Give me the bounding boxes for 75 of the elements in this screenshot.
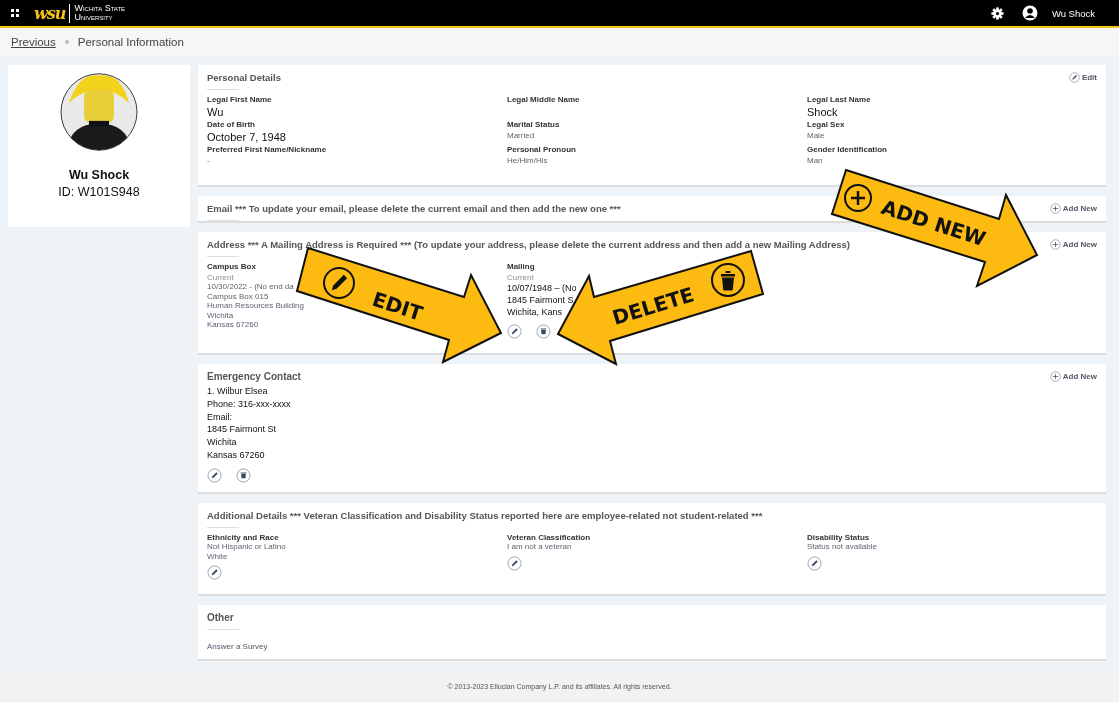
- contact-line: Kansas 67260: [207, 449, 266, 462]
- field-label: Legal Middle Name: [507, 95, 581, 104]
- address-type: Campus Box: [207, 262, 257, 271]
- add-link[interactable]: Add New: [1049, 371, 1097, 382]
- address-type: Mailing: [507, 262, 536, 271]
- callout-label: EDIT: [369, 286, 426, 326]
- field-value: He/Him/His: [507, 156, 549, 166]
- field-value: Status not available: [807, 542, 878, 552]
- logo-text: Wichita State: [74, 4, 126, 13]
- address-status: Current: [207, 273, 235, 282]
- field-label: Veteran Classification: [507, 533, 592, 542]
- field-value: I am not a veteran: [507, 542, 573, 552]
- section-title: Additional Details *** Veteran Classification and Disability Status reported here are employee-related not student-related ***: [207, 510, 763, 521]
- plus-icon: [1049, 371, 1061, 382]
- address-line: 10/30/2022 - (No end da: [207, 282, 295, 292]
- menu-icon[interactable]: [10, 8, 20, 18]
- edit-button[interactable]: [207, 467, 222, 483]
- plus-icon: [1049, 239, 1061, 250]
- field-value: Wu: [207, 106, 225, 118]
- field-label: Preferred First Name/Nickname: [207, 145, 328, 154]
- address-line: 10/07/1948 – (No: [507, 282, 578, 294]
- previous-link[interactable]: Previous: [11, 35, 56, 48]
- survey-link[interactable]: Answer a Survey: [207, 642, 268, 651]
- edit-button[interactable]: [207, 565, 222, 580]
- field-value: Married: [507, 131, 536, 141]
- contact-line: 1. Wilbur Elsea: [207, 385, 269, 398]
- field-value: Shock: [807, 106, 839, 118]
- address-line: Kansas 67260: [207, 320, 260, 330]
- field-label: Legal Sex: [807, 120, 846, 129]
- pencil-icon: [1068, 72, 1080, 83]
- field-label: Legal Last Name: [807, 95, 872, 104]
- logo-text: University: [74, 13, 114, 22]
- contact-line: Phone: 316-xxx-xxxx: [207, 397, 292, 411]
- field-value: Not Hispanic or Latino: [207, 542, 287, 552]
- user-avatar-icon[interactable]: [1021, 5, 1038, 21]
- contact-line: 1845 Fairmont St: [207, 423, 278, 437]
- field-label: Disability Status: [807, 533, 871, 542]
- field-label: Personal Pronoun: [507, 145, 577, 154]
- pencil-icon: [323, 267, 355, 299]
- contact-line: Email:: [207, 410, 233, 424]
- field-value: White: [207, 551, 229, 561]
- address-status: Current: [507, 273, 535, 282]
- field-label: Ethnicity and Race: [207, 533, 280, 542]
- settings-icon[interactable]: [990, 6, 1004, 20]
- page-title: Personal Information: [77, 35, 184, 48]
- field-label: Gender Identification: [807, 145, 888, 154]
- delete-button[interactable]: [536, 324, 551, 339]
- edit-button[interactable]: [807, 555, 822, 571]
- field-label: Marital Status: [507, 120, 561, 129]
- section-title: Other: [207, 612, 234, 623]
- plus-icon: [844, 184, 872, 212]
- field-value: Man: [807, 156, 824, 166]
- callout-label: ADD NEW: [878, 194, 989, 252]
- logo-mark: wsu: [34, 3, 71, 23]
- section-title: Address *** A Mailing Address is Required *** (To update your address, please delete the current address and then add a new Mailing Address): [207, 239, 850, 250]
- user-name[interactable]: Wu Shock: [1051, 7, 1095, 19]
- field-label: Date of Birth: [207, 120, 256, 129]
- add-link[interactable]: Add New: [1049, 203, 1097, 214]
- plus-icon: [1049, 203, 1061, 214]
- section-title: Email *** To update your email, please delete the current email and then add the new one ***: [207, 203, 621, 214]
- contact-line: Wichita: [207, 436, 238, 449]
- section-title: Personal Details: [207, 72, 281, 83]
- trash-icon: [711, 263, 745, 297]
- profile-id: ID: W101S948: [58, 185, 140, 199]
- field-value: Male: [807, 131, 826, 141]
- edit-button[interactable]: [507, 555, 522, 571]
- field-value: October 7, 1948: [207, 131, 287, 143]
- section-title: Emergency Contact: [207, 371, 301, 382]
- edit-link[interactable]: Edit: [1068, 72, 1097, 83]
- add-link[interactable]: Add New: [1049, 239, 1097, 250]
- delete-button[interactable]: [236, 467, 251, 483]
- field-value: -: [207, 156, 211, 166]
- profile-name: Wu Shock: [68, 168, 130, 182]
- edit-button[interactable]: [507, 324, 522, 339]
- field-label: Legal First Name: [207, 95, 273, 104]
